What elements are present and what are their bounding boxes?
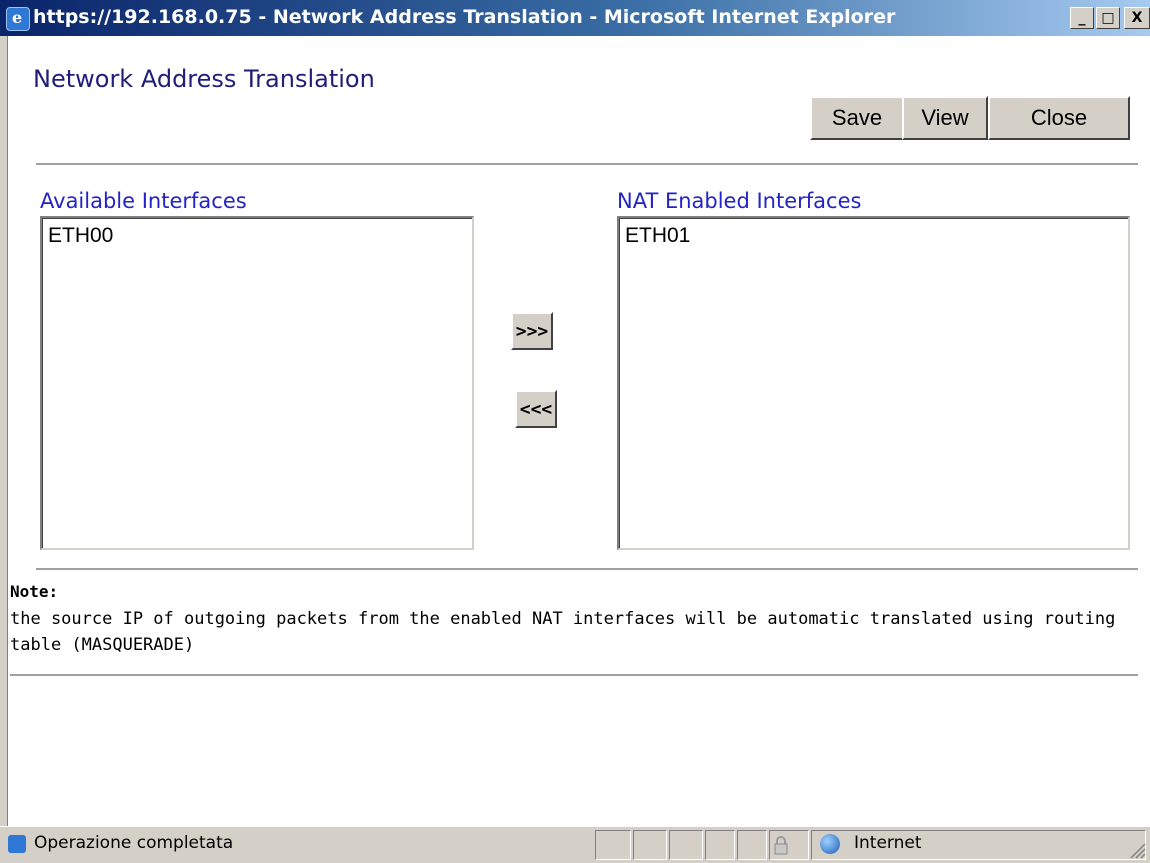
remove-from-nat-button[interactable]: <<< [515,390,557,428]
lock-icon [774,836,788,855]
note-divider [10,674,1138,676]
note-text: the source IP of outgoing packets from t… [10,609,1116,655]
page-title: Network Address Translation [33,65,375,93]
close-button[interactable]: Close [988,96,1130,140]
status-bar: Operazione completata Internet [0,826,1150,863]
ie-page-icon [8,835,26,853]
status-text: Operazione completata [34,833,234,853]
minimize-button[interactable]: _ [1070,7,1094,29]
status-cell [633,830,667,860]
window-frame-left [0,36,8,826]
maximize-button[interactable]: □ [1096,7,1120,29]
window-titlebar[interactable]: e https://192.168.0.75 - Network Address… [0,0,1150,36]
resize-grip-icon[interactable] [1128,841,1146,859]
window-title: https://192.168.0.75 - Network Address T… [33,6,896,28]
list-item[interactable]: ETH00 [42,218,472,248]
status-cell [669,830,703,860]
status-cell [705,830,735,860]
status-cell [737,830,767,860]
view-button[interactable]: View [902,96,988,140]
list-item[interactable]: ETH01 [619,218,1128,248]
note-title: Note: [10,582,59,601]
ie-icon: e [6,7,30,31]
nat-enabled-interfaces-label: NAT Enabled Interfaces [617,189,862,213]
zone-text: Internet [854,833,922,853]
available-interfaces-listbox[interactable]: ETH00 [40,216,474,550]
globe-icon [820,834,840,854]
close-window-button[interactable]: X [1124,7,1150,29]
header-divider [36,163,1138,165]
nat-enabled-interfaces-listbox[interactable]: ETH01 [617,216,1130,550]
save-button[interactable]: Save [810,96,904,140]
section-divider [36,568,1138,570]
available-interfaces-label: Available Interfaces [40,189,247,213]
add-to-nat-button[interactable]: >>> [511,312,553,350]
status-cell [595,830,631,860]
